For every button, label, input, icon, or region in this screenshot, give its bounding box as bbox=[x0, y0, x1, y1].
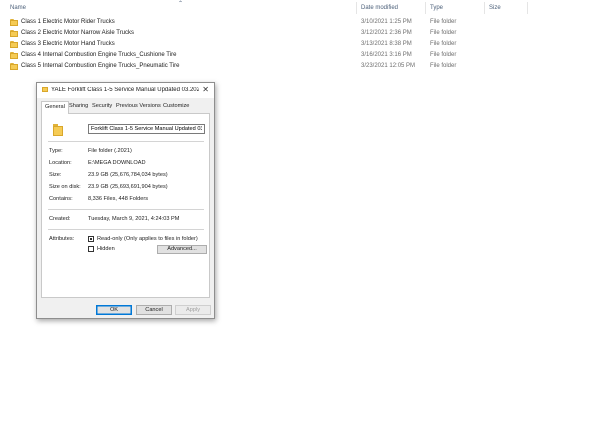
folder-icon bbox=[10, 30, 18, 37]
file-type: File folder bbox=[430, 63, 457, 69]
dialog-title: YALE Forklift Class 1-5 Service Manual U… bbox=[51, 87, 199, 93]
file-type: File folder bbox=[430, 30, 457, 36]
file-type: File folder bbox=[430, 41, 457, 47]
tab-security[interactable]: Security bbox=[92, 103, 112, 109]
created-label: Created: bbox=[49, 216, 71, 222]
tab-general[interactable]: General bbox=[41, 101, 69, 114]
folder-icon bbox=[10, 19, 18, 26]
contains-label: Contains: bbox=[49, 196, 73, 202]
column-divider[interactable] bbox=[527, 2, 528, 14]
column-type[interactable]: Type bbox=[430, 5, 443, 11]
file-type: File folder bbox=[430, 19, 457, 25]
column-size[interactable]: Size bbox=[489, 5, 501, 11]
readonly-checkbox[interactable] bbox=[88, 236, 94, 242]
advanced-button[interactable]: Advanced... bbox=[157, 245, 207, 254]
column-name[interactable]: Name bbox=[10, 5, 26, 11]
close-icon[interactable]: ✕ bbox=[202, 85, 209, 94]
file-date: 3/12/2021 2:36 PM bbox=[361, 30, 412, 36]
file-date: 3/16/2021 3:16 PM bbox=[361, 52, 412, 58]
tab-customize[interactable]: Customize bbox=[163, 103, 189, 109]
list-item[interactable]: Class 5 Internal Combustion Engine Truck… bbox=[0, 62, 600, 72]
column-date-modified[interactable]: Date modified bbox=[361, 5, 398, 11]
divider bbox=[48, 209, 204, 210]
file-date: 3/23/2021 12:05 PM bbox=[361, 63, 416, 69]
folder-icon bbox=[42, 87, 48, 92]
dialog-titlebar[interactable]: YALE Forklift Class 1-5 Service Manual U… bbox=[37, 83, 214, 98]
folder-icon bbox=[53, 124, 63, 136]
size-on-disk-value: 23.9 GB (25,693,691,904 bytes) bbox=[88, 184, 168, 190]
list-item[interactable]: Class 3 Electric Motor Hand Trucks 3/13/… bbox=[0, 40, 600, 50]
column-divider[interactable] bbox=[484, 2, 485, 14]
folder-icon bbox=[10, 63, 18, 70]
contains-value: 8,336 Files, 448 Folders bbox=[88, 196, 149, 202]
sort-chevron-icon[interactable]: ⌃ bbox=[178, 0, 183, 7]
divider bbox=[48, 141, 204, 142]
folder-icon bbox=[10, 52, 18, 59]
general-panel: Type: File folder (.2021) Location: E:\M… bbox=[41, 113, 210, 298]
readonly-label: Read-only (Only applies to files in fold… bbox=[97, 236, 198, 242]
apply-button[interactable]: Apply bbox=[175, 305, 211, 315]
ok-button[interactable]: OK bbox=[96, 305, 132, 315]
list-item[interactable]: Class 1 Electric Motor Rider Trucks 3/10… bbox=[0, 18, 600, 28]
file-name: Class 5 Internal Combustion Engine Truck… bbox=[21, 63, 180, 69]
location-label: Location: bbox=[49, 160, 72, 166]
file-name: Class 2 Electric Motor Narrow Aisle Truc… bbox=[21, 30, 135, 36]
size-on-disk-label: Size on disk: bbox=[49, 184, 81, 190]
folder-icon bbox=[10, 41, 18, 48]
type-value: File folder (.2021) bbox=[88, 148, 132, 154]
tab-previous-versions[interactable]: Previous Versions bbox=[116, 103, 161, 109]
divider bbox=[48, 229, 204, 230]
size-value: 23.9 GB (25,676,784,034 bytes) bbox=[88, 172, 168, 178]
cancel-button[interactable]: Cancel bbox=[136, 305, 172, 315]
list-item[interactable]: Class 2 Electric Motor Narrow Aisle Truc… bbox=[0, 29, 600, 39]
file-name: Class 1 Electric Motor Rider Trucks bbox=[21, 19, 115, 25]
file-name: Class 3 Electric Motor Hand Trucks bbox=[21, 41, 115, 47]
column-divider[interactable] bbox=[425, 2, 426, 14]
column-divider[interactable] bbox=[356, 2, 357, 14]
type-label: Type: bbox=[49, 148, 63, 154]
file-date: 3/10/2021 1:25 PM bbox=[361, 19, 412, 25]
properties-dialog: YALE Forklift Class 1-5 Service Manual U… bbox=[36, 82, 215, 319]
created-value: Tuesday, March 9, 2021, 4:24:03 PM bbox=[88, 216, 180, 222]
hidden-checkbox[interactable] bbox=[88, 246, 94, 252]
folder-name-input[interactable] bbox=[88, 124, 205, 134]
file-date: 3/13/2021 8:38 PM bbox=[361, 41, 412, 47]
file-name: Class 4 Internal Combustion Engine Truck… bbox=[21, 52, 177, 58]
list-item[interactable]: Class 4 Internal Combustion Engine Truck… bbox=[0, 51, 600, 61]
tab-sharing[interactable]: Sharing bbox=[69, 103, 88, 109]
column-header: ⌃ Name Date modified Type Size bbox=[0, 0, 600, 14]
file-type: File folder bbox=[430, 52, 457, 58]
hidden-label: Hidden bbox=[97, 246, 115, 252]
attributes-label: Attributes: bbox=[49, 236, 75, 242]
location-value: E:\MEGA DOWNLOAD bbox=[88, 160, 146, 166]
size-label: Size: bbox=[49, 172, 62, 178]
